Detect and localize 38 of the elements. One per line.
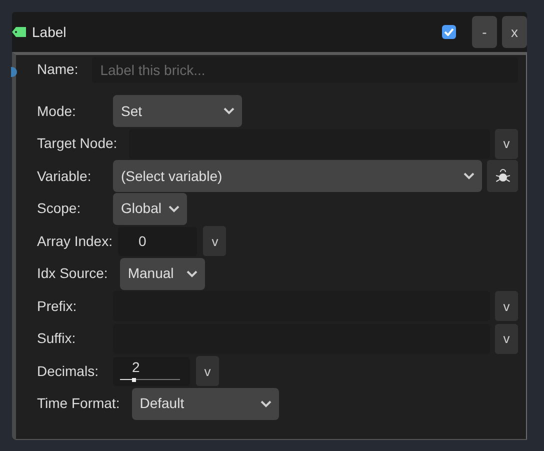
- field-label: Decimals:: [37, 362, 100, 381]
- bug-icon: [494, 168, 510, 184]
- field-label: Scope:: [37, 199, 82, 218]
- chevron-down-icon: [463, 172, 475, 180]
- slider-field[interactable]: 2: [113, 356, 190, 386]
- field-label: Name:: [37, 60, 78, 79]
- select-dropdown[interactable]: Set: [113, 95, 242, 128]
- text-field[interactable]: [129, 128, 490, 159]
- chevron-down-icon: [223, 107, 235, 116]
- field-label: Suffix:: [37, 329, 77, 348]
- chevron-down-icon: [260, 400, 272, 408]
- debug-button[interactable]: [487, 160, 518, 192]
- field-label: Idx Source:: [37, 264, 108, 284]
- minimize-button[interactable]: -: [472, 16, 497, 48]
- field-label: Mode:: [37, 102, 77, 121]
- select-dropdown[interactable]: Manual: [120, 258, 205, 290]
- dropdown-button[interactable]: v: [203, 226, 226, 256]
- field-label: Variable:: [37, 166, 92, 186]
- name-field[interactable]: Label this brick...: [92, 56, 518, 82]
- field-label: Time Format:: [37, 394, 120, 414]
- select-dropdown[interactable]: Global: [113, 192, 187, 225]
- number-field[interactable]: 0: [118, 226, 198, 256]
- select-dropdown[interactable]: Default: [132, 388, 279, 420]
- chevron-down-icon: [168, 204, 180, 213]
- text-field[interactable]: [113, 291, 490, 322]
- node-title: Label: [32, 22, 66, 42]
- chevron-down-icon: [186, 270, 198, 278]
- check-icon: [444, 28, 454, 36]
- enable-checkbox[interactable]: [442, 25, 456, 39]
- field-label: Target Node:: [37, 134, 118, 154]
- dropdown-button[interactable]: v: [495, 128, 518, 159]
- dropdown-button[interactable]: v: [495, 324, 518, 354]
- field-label: Array Index:: [37, 232, 112, 251]
- dropdown-button[interactable]: v: [495, 291, 518, 322]
- select-dropdown[interactable]: (Select variable): [113, 160, 482, 192]
- close-button[interactable]: x: [502, 16, 527, 48]
- dropdown-button[interactable]: v: [196, 356, 219, 386]
- field-label: Prefix:: [37, 296, 78, 316]
